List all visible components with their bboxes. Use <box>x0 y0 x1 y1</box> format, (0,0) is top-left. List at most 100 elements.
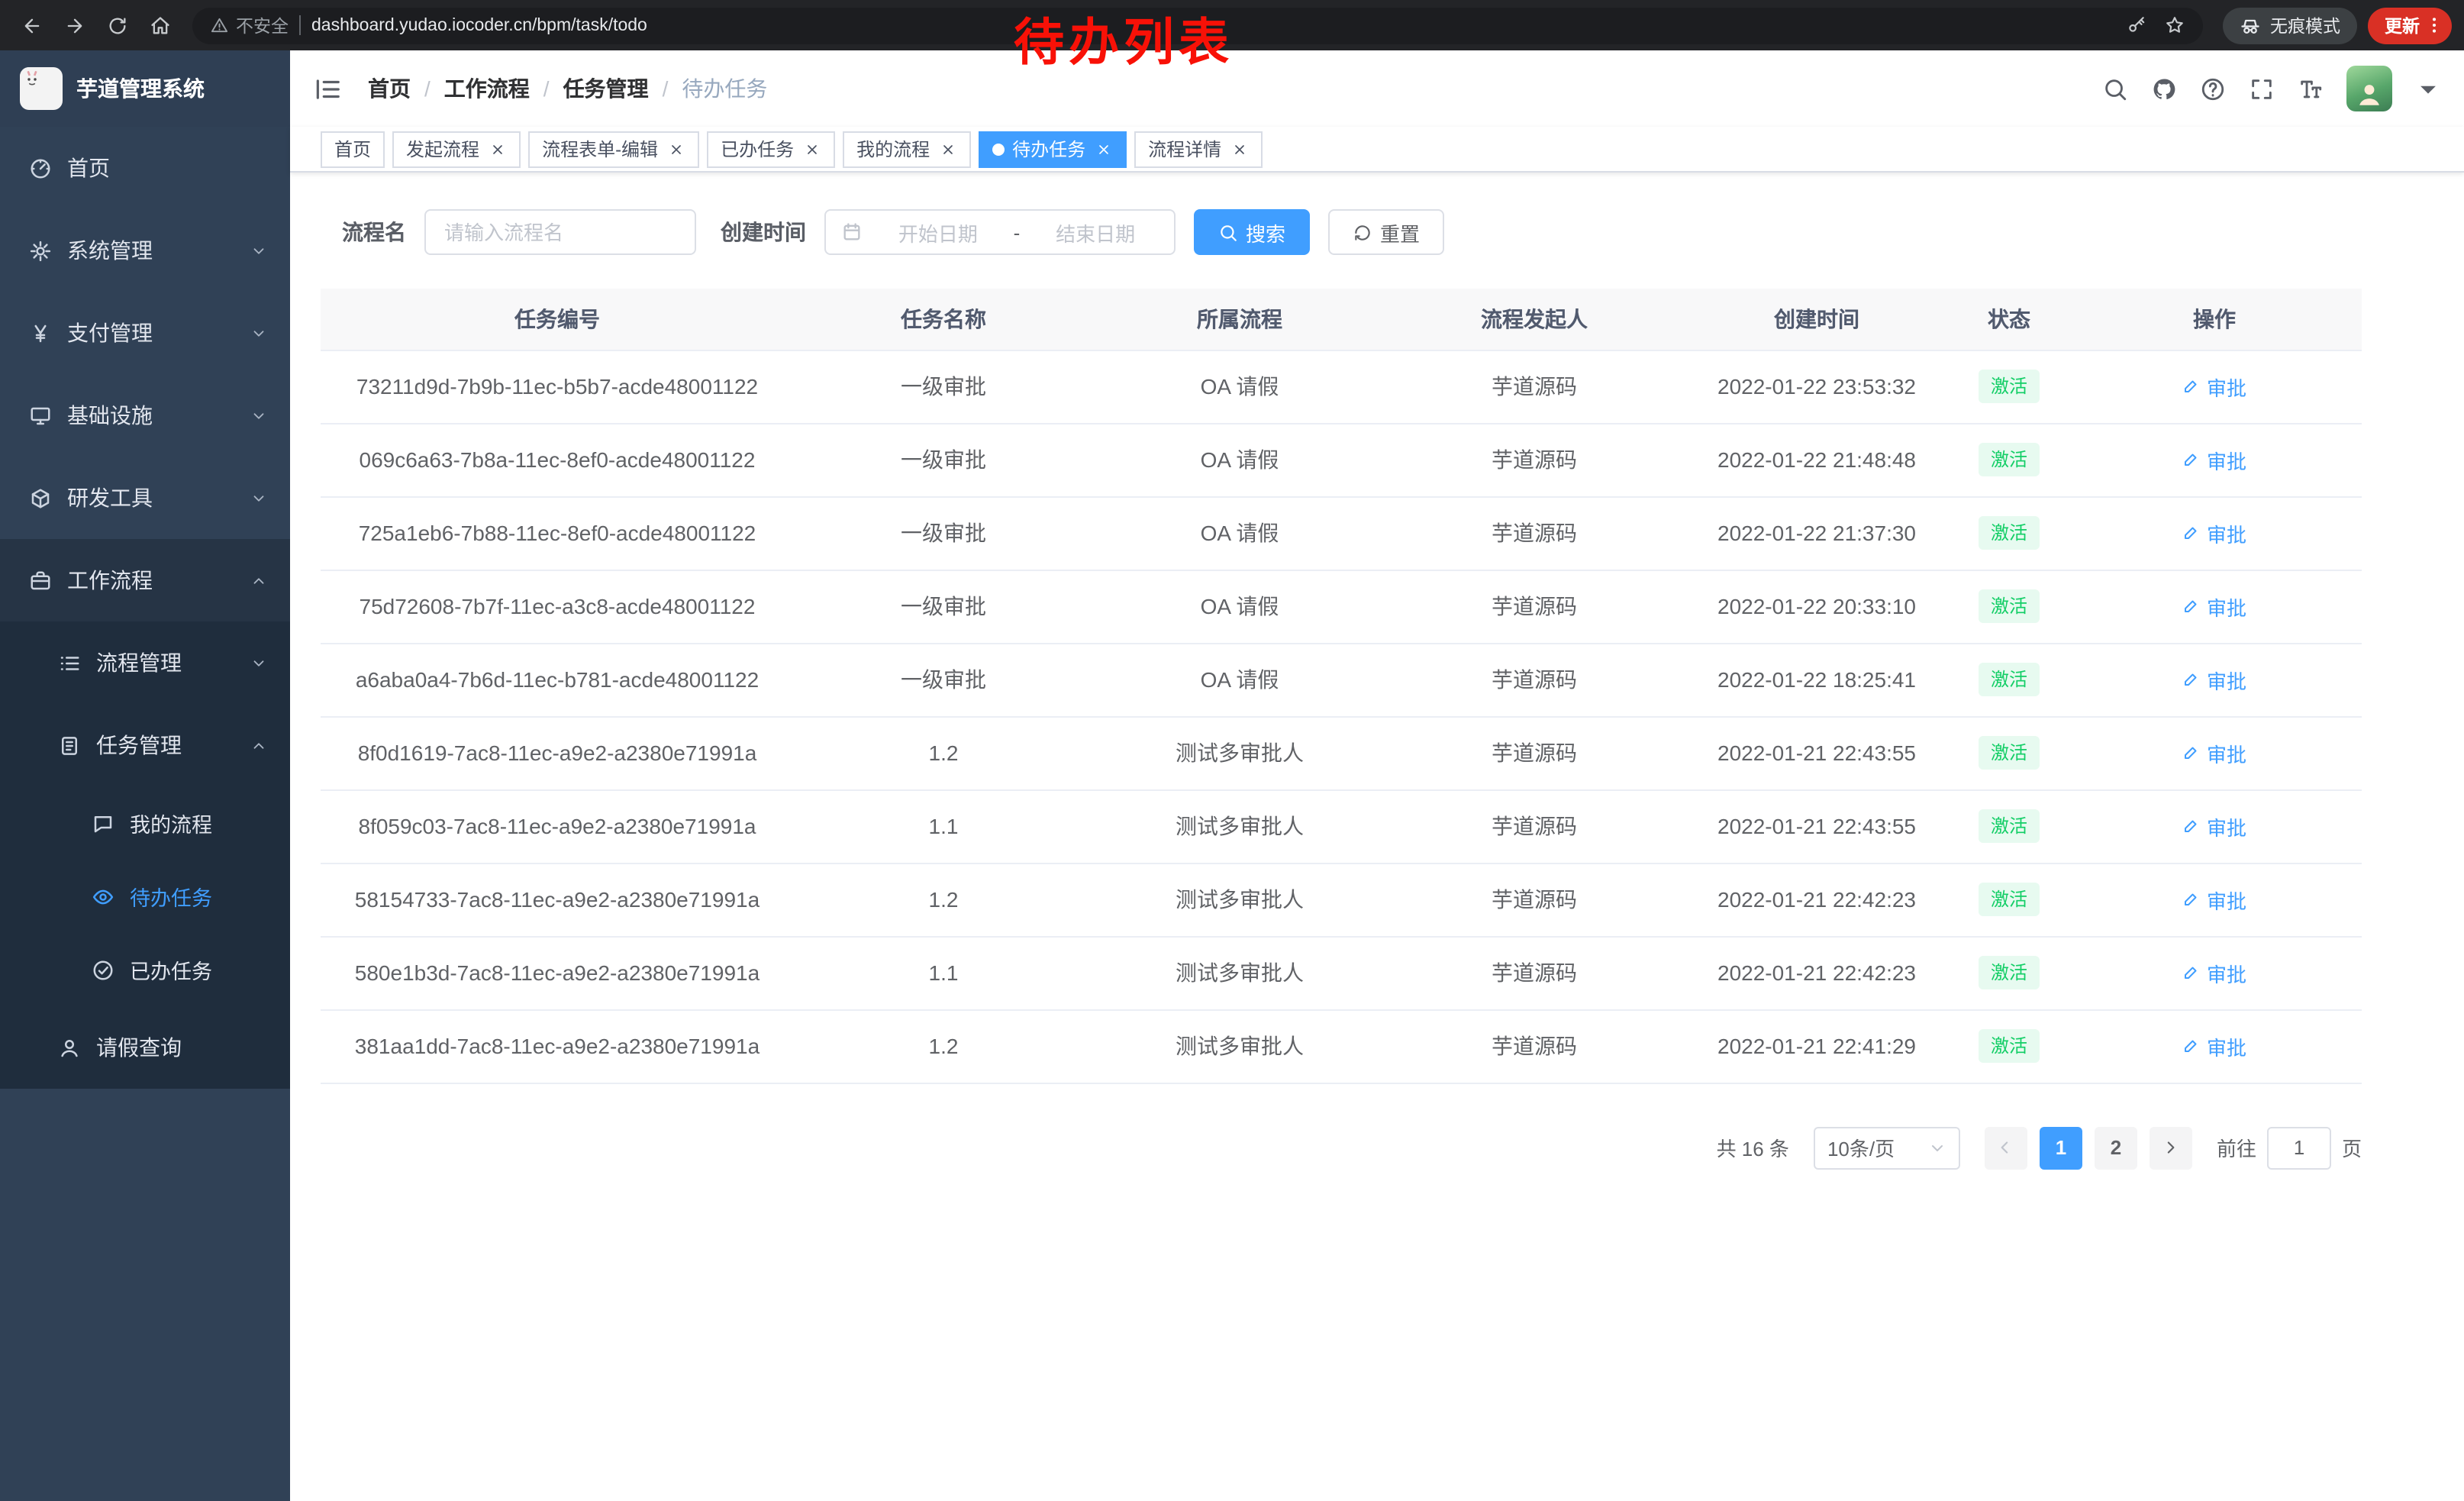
sidebar-item-process-management[interactable]: 流程管理 <box>0 621 290 704</box>
eye-icon <box>92 885 114 908</box>
cell-created: 2022-01-21 22:41:29 <box>1682 1009 1951 1083</box>
sidebar-item-home[interactable]: 首页 <box>0 127 290 209</box>
approve-button[interactable]: 审批 <box>2182 592 2246 621</box>
close-icon[interactable] <box>1229 139 1249 159</box>
pager: 12 <box>1985 1126 2192 1169</box>
github-icon[interactable] <box>2151 76 2177 102</box>
sidebar-item-workflow[interactable]: 工作流程 <box>0 539 290 621</box>
chevron-down-icon <box>250 489 267 506</box>
cell-created: 2022-01-22 23:53:32 <box>1682 350 1951 423</box>
cell-task-name: 1.2 <box>794 716 1093 789</box>
avatar-caret-icon[interactable] <box>2415 76 2441 102</box>
breadcrumb-item[interactable]: 任务管理 <box>563 73 649 104</box>
tab-my-process[interactable]: 我的流程 <box>843 131 971 167</box>
breadcrumb-item[interactable]: 首页 <box>368 73 411 104</box>
approve-button[interactable]: 审批 <box>2182 1031 2246 1060</box>
date-range-picker[interactable]: 开始日期 - 结束日期 <box>824 209 1176 255</box>
chevron-down-icon <box>250 407 267 424</box>
search-button[interactable]: 搜索 <box>1194 209 1310 255</box>
page-content: 流程名 创建时间 开始日期 - 结束日期 搜索 <box>290 173 2464 1501</box>
tab-start-process[interactable]: 发起流程 <box>392 131 521 167</box>
close-icon[interactable] <box>666 139 685 159</box>
page-button-2[interactable]: 2 <box>2095 1126 2137 1169</box>
cell-task-name: 一级审批 <box>794 423 1093 496</box>
back-icon[interactable] <box>12 5 52 45</box>
font-size-icon[interactable] <box>2298 76 2324 102</box>
collapse-sidebar-icon[interactable] <box>313 74 342 103</box>
fullscreen-icon[interactable] <box>2249 76 2275 102</box>
status-badge: 激活 <box>1979 1029 2040 1063</box>
cell-status: 激活 <box>1951 643 2067 716</box>
close-icon[interactable] <box>487 139 507 159</box>
forward-icon[interactable] <box>55 5 95 45</box>
edit-icon <box>2182 1037 2201 1055</box>
close-icon[interactable] <box>801 139 821 159</box>
close-icon[interactable] <box>1093 139 1113 159</box>
page-button-1[interactable]: 1 <box>2040 1126 2082 1169</box>
cell-task-id: a6aba0a4-7b6d-11ec-b781-acde48001122 <box>321 643 794 716</box>
approve-button[interactable]: 审批 <box>2182 885 2246 914</box>
task-table: 任务编号任务名称所属流程流程发起人创建时间状态操作 73211d9d-7b9b-… <box>321 289 2362 1083</box>
tab-label: 流程详情 <box>1148 136 1221 162</box>
tab-todo-tasks[interactable]: 待办任务 <box>979 131 1127 167</box>
sidebar-item-my-process[interactable]: 我的流程 <box>0 786 290 860</box>
next-page-button[interactable] <box>2150 1126 2192 1169</box>
pagination: 共 16 条 10条/页 12 前往 <box>321 1126 2362 1169</box>
column-header: 任务编号 <box>321 289 794 350</box>
cell-task-name: 一级审批 <box>794 643 1093 716</box>
cell-created: 2022-01-22 21:37:30 <box>1682 496 1951 570</box>
sidebar-item-payment[interactable]: 支付管理 <box>0 292 290 374</box>
tab-process-detail[interactable]: 流程详情 <box>1134 131 1263 167</box>
prev-page-button[interactable] <box>1985 1126 2027 1169</box>
approve-button[interactable]: 审批 <box>2182 518 2246 547</box>
update-button[interactable]: 更新 <box>2368 7 2452 44</box>
sidebar-item-label: 研发工具 <box>67 483 153 513</box>
cell-status: 激活 <box>1951 863 2067 936</box>
goto-group: 前往 页 <box>2217 1126 2362 1169</box>
total-count: 共 16 条 <box>1717 1133 1789 1162</box>
sidebar-item-todo-tasks[interactable]: 待办任务 <box>0 860 290 933</box>
process-name-input[interactable] <box>424 209 696 255</box>
cell-process: 测试多审批人 <box>1093 1009 1386 1083</box>
bookmark-star-icon[interactable] <box>2165 15 2185 35</box>
key-icon[interactable] <box>2127 15 2146 35</box>
goto-page-input[interactable] <box>2267 1126 2331 1169</box>
close-icon[interactable] <box>937 139 957 159</box>
approve-button[interactable]: 审批 <box>2182 812 2246 841</box>
filter-bar: 流程名 创建时间 开始日期 - 结束日期 搜索 <box>321 209 2362 255</box>
sidebar-item-task-management[interactable]: 任务管理 <box>0 704 290 786</box>
user-avatar[interactable] <box>2346 66 2392 111</box>
cell-initiator: 芋道源码 <box>1386 570 1682 643</box>
approve-button[interactable]: 审批 <box>2182 665 2246 694</box>
security-indicator[interactable]: 不安全 <box>211 13 289 37</box>
app-title: 芋道管理系统 <box>76 73 205 104</box>
reload-icon[interactable] <box>98 5 137 45</box>
sidebar-item-done-tasks[interactable]: 已办任务 <box>0 933 290 1006</box>
tab-home[interactable]: 首页 <box>321 131 385 167</box>
approve-button[interactable]: 审批 <box>2182 958 2246 987</box>
tab-done-tasks[interactable]: 已办任务 <box>707 131 835 167</box>
tab-label: 首页 <box>334 136 371 162</box>
cell-task-name: 1.1 <box>794 936 1093 1009</box>
sidebar-logo[interactable]: 芋道管理系统 <box>0 50 290 127</box>
sidebar-item-system[interactable]: 系统管理 <box>0 209 290 292</box>
tab-form-edit[interactable]: 流程表单-编辑 <box>528 131 699 167</box>
table-row: 8f059c03-7ac8-11ec-a9e2-a2380e71991a1.1测… <box>321 789 2362 863</box>
search-icon <box>1218 222 1238 242</box>
table-header-row: 任务编号任务名称所属流程流程发起人创建时间状态操作 <box>321 289 2362 350</box>
search-icon[interactable] <box>2102 76 2128 102</box>
cell-task-id: 381aa1dd-7ac8-11ec-a9e2-a2380e71991a <box>321 1009 794 1083</box>
approve-button[interactable]: 审批 <box>2182 372 2246 401</box>
sidebar-item-dev-tools[interactable]: 研发工具 <box>0 457 290 539</box>
cell-created: 2022-01-22 21:48:48 <box>1682 423 1951 496</box>
help-icon[interactable] <box>2200 76 2226 102</box>
sidebar-item-leave-query[interactable]: 请假查询 <box>0 1006 290 1089</box>
reset-button[interactable]: 重置 <box>1328 209 1444 255</box>
page-size-select[interactable]: 10条/页 <box>1814 1126 1960 1169</box>
breadcrumb-item[interactable]: 工作流程 <box>444 73 530 104</box>
home-icon[interactable] <box>140 5 180 45</box>
sidebar-item-infrastructure[interactable]: 基础设施 <box>0 374 290 457</box>
cell-action: 审批 <box>2067 570 2362 643</box>
approve-button[interactable]: 审批 <box>2182 738 2246 767</box>
approve-button[interactable]: 审批 <box>2182 445 2246 474</box>
